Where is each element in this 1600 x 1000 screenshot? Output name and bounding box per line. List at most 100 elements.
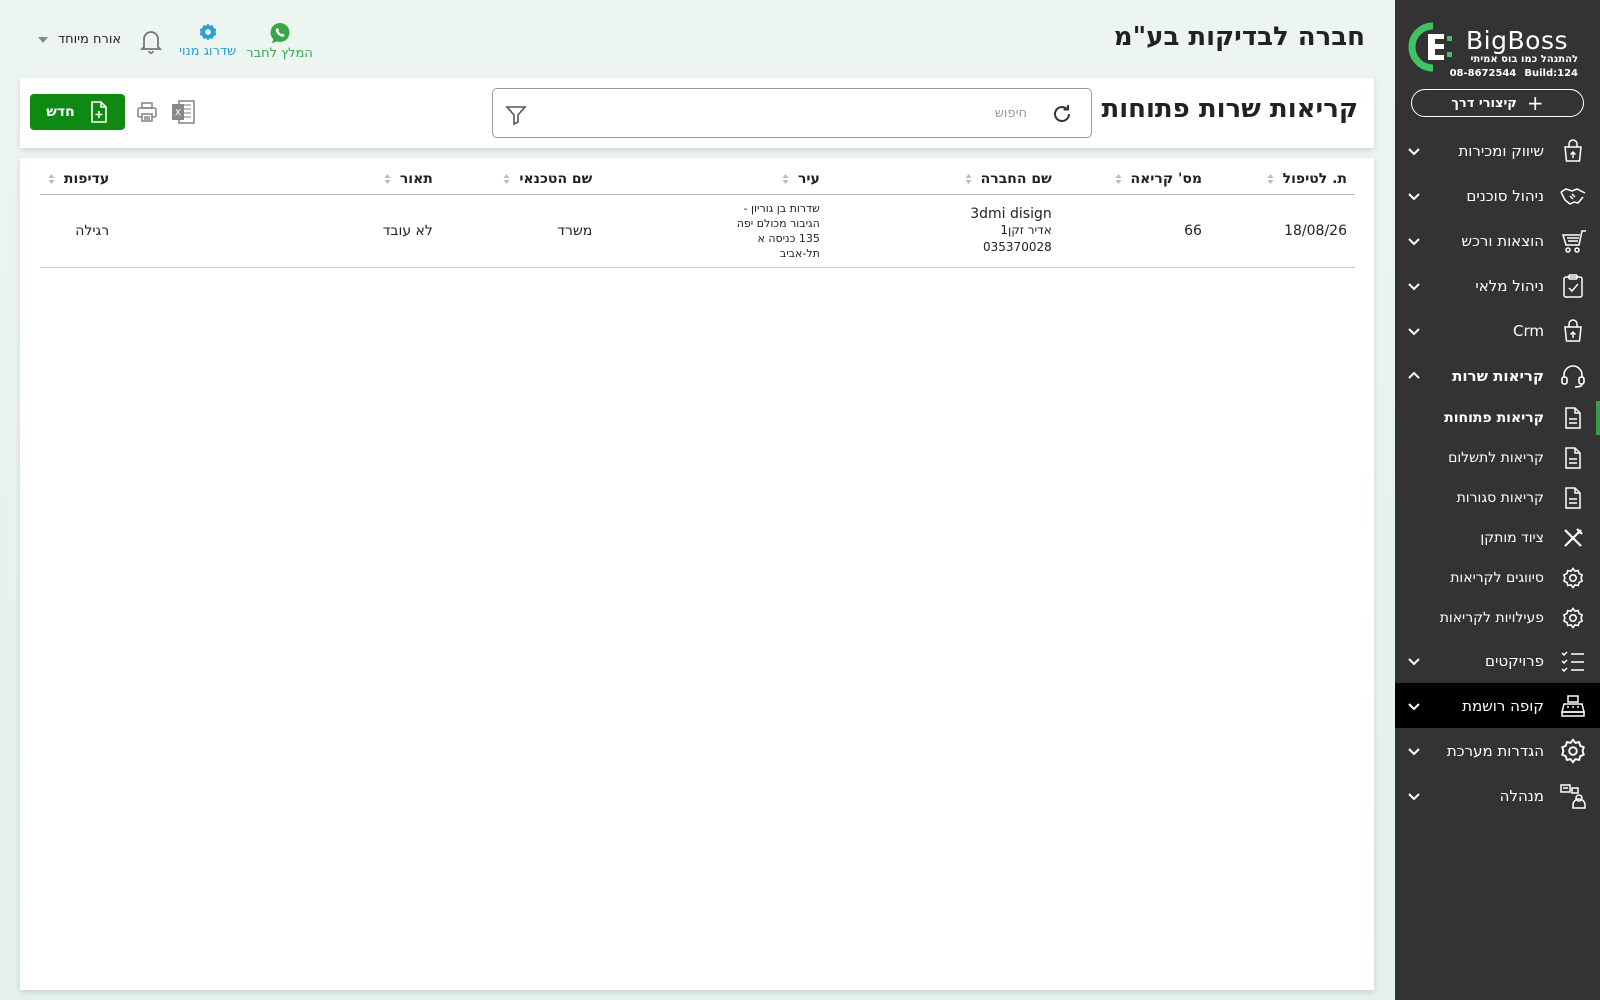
whatsapp-icon — [270, 23, 290, 43]
support-phone: 08-8672544 — [1449, 68, 1517, 79]
sort-icon — [1267, 173, 1274, 184]
column-header-call-number[interactable]: מס' קריאה — [1059, 164, 1210, 195]
checklist-icon — [1558, 646, 1588, 676]
sidebar-subitem-call-classifications[interactable]: סיווגים לקריאות — [1395, 558, 1600, 598]
headset-icon — [1558, 361, 1588, 391]
chevron-down-icon — [1408, 702, 1420, 710]
column-header-company[interactable]: שם החברה — [827, 164, 1060, 195]
brand-logo[interactable]: BigBoss להתנהל כמו בוס אמיתי 08-8672544 … — [1406, 18, 1586, 84]
search-box — [492, 88, 1092, 138]
sort-icon — [503, 173, 510, 184]
company-title: חברה לבדיקות בע"מ — [1113, 22, 1365, 52]
chevron-down-icon — [1408, 282, 1420, 290]
column-header-priority[interactable]: עדיפות — [40, 164, 118, 195]
admin-icon — [1558, 781, 1588, 811]
svg-text:X: X — [175, 109, 181, 119]
refer-friend-link[interactable]: המלץ לחבר — [246, 22, 313, 61]
shopping-bag-icon — [1558, 136, 1588, 166]
shortcuts-label: קיצורי דרך — [1451, 95, 1517, 111]
sidebar-item-crm[interactable]: Crm — [1395, 308, 1600, 353]
document-icon — [1560, 445, 1586, 471]
table-row[interactable]: 18/08/26 66 3dmi disign אדיר זקן1 035370… — [40, 194, 1355, 268]
sidebar-nav: שיווק ומכירות ניהול סוכנים הוצאות ורכש נ… — [1395, 128, 1600, 818]
address-line: הגיבור מכולם יפה — [736, 216, 820, 230]
address-city: תל-אביב — [779, 246, 820, 260]
user-menu[interactable]: אורח מיוחד — [38, 32, 121, 47]
sidebar-item-cash-register[interactable]: קופה רושמת — [1395, 683, 1600, 728]
toolbar: קריאות שרות פתוחות X חדש — [20, 78, 1374, 148]
cell-handling-date: 18/08/26 — [1209, 194, 1355, 268]
logo-icon — [1408, 22, 1452, 72]
chevron-down-icon — [1408, 147, 1420, 155]
cash-register-icon — [1558, 691, 1588, 721]
bell-icon[interactable] — [139, 28, 163, 54]
plus-icon: + — [1526, 91, 1544, 115]
document-icon — [1560, 485, 1586, 511]
calls-table: ת. לטיפול מס' קריאה שם החברה עיר שם הטכנ… — [40, 164, 1355, 268]
tools-icon — [1560, 525, 1586, 551]
handshake-icon — [1558, 181, 1588, 211]
excel-icon[interactable]: X — [170, 99, 196, 125]
sidebar-subitem-open-calls[interactable]: קריאות פתוחות — [1395, 398, 1600, 438]
logo-contact: 08-8672544 Build:124 — [1450, 68, 1578, 79]
gear-icon — [1560, 605, 1586, 631]
sidebar-item-inventory[interactable]: ניהול מלאי — [1395, 263, 1600, 308]
column-header-technician[interactable]: שם הטכנאי — [440, 164, 601, 195]
chevron-up-icon — [1408, 371, 1420, 379]
sidebar-subitem-payment-calls[interactable]: קריאות לתשלום — [1395, 438, 1600, 478]
sidebar-item-marketing[interactable]: שיווק ומכירות — [1395, 128, 1600, 173]
top-actions: אורח מיוחד שדרוג מנוי המלץ לחבר — [38, 22, 313, 61]
caret-down-icon — [38, 36, 48, 43]
new-call-button[interactable]: חדש — [30, 94, 125, 130]
gear-icon — [1558, 736, 1588, 766]
chevron-down-icon — [1408, 192, 1420, 200]
column-header-city[interactable]: עיר — [600, 164, 828, 195]
address-line: 135 כניסה א — [757, 231, 820, 245]
filter-icon[interactable] — [505, 104, 527, 126]
print-icon[interactable] — [136, 101, 158, 123]
user-name: אורח מיוחד — [58, 32, 122, 47]
logo-name: BigBoss — [1466, 26, 1568, 55]
sidebar-subitem-call-activities[interactable]: פעילויות לקריאות — [1395, 598, 1600, 638]
chevron-down-icon — [1408, 657, 1420, 665]
sidebar-item-service-calls[interactable]: קריאות שרות — [1395, 353, 1600, 398]
address-line: שדרות בן גוריון - — [743, 201, 820, 215]
upgrade-subscription-link[interactable]: שדרוג מנוי — [179, 22, 236, 59]
shortcuts-button[interactable]: + קיצורי דרך — [1411, 89, 1584, 117]
sort-icon — [782, 173, 789, 184]
table-header-row: ת. לטיפול מס' קריאה שם החברה עיר שם הטכנ… — [40, 164, 1355, 195]
document-icon — [1560, 405, 1586, 431]
sort-icon — [965, 173, 972, 184]
sort-icon — [384, 173, 391, 184]
chevron-down-icon — [1408, 747, 1420, 755]
logo-tagline: להתנהל כמו בוס אמיתי — [1470, 54, 1578, 65]
sidebar-item-expenses[interactable]: הוצאות ורכש — [1395, 218, 1600, 263]
build-number: Build:124 — [1524, 68, 1578, 79]
sidebar-subitem-closed-calls[interactable]: קריאות סגורות — [1395, 478, 1600, 518]
sort-icon — [48, 173, 55, 184]
sidebar-item-agents[interactable]: ניהול סוכנים — [1395, 173, 1600, 218]
chevron-down-icon — [1408, 327, 1420, 335]
shopping-bag-icon — [1558, 316, 1588, 346]
sidebar-item-projects[interactable]: פרויקטים — [1395, 638, 1600, 683]
calls-table-card: ת. לטיפול מס' קריאה שם החברה עיר שם הטכנ… — [20, 158, 1374, 990]
column-header-description[interactable]: תאור — [117, 164, 441, 195]
cell-call-number: 66 — [1059, 194, 1210, 268]
chevron-down-icon — [1408, 792, 1420, 800]
gear-icon — [199, 23, 216, 41]
sidebar: BigBoss להתנהל כמו בוס אמיתי 08-8672544 … — [1395, 0, 1600, 1000]
page-title: קריאות שרות פתוחות — [1101, 94, 1358, 124]
sidebar-subitem-installed-equipment[interactable]: ציוד מותקן — [1395, 518, 1600, 558]
search-input[interactable] — [567, 101, 1027, 125]
gear-icon — [1560, 565, 1586, 591]
sidebar-item-system-settings[interactable]: הגדרות מערכת — [1395, 728, 1600, 773]
cell-technician: משרד — [440, 194, 601, 268]
sidebar-item-admin[interactable]: מנהלה — [1395, 773, 1600, 818]
column-header-handling-date[interactable]: ת. לטיפול — [1209, 164, 1355, 195]
cart-icon — [1558, 226, 1588, 256]
cell-description: לא עובד — [117, 194, 441, 268]
clipboard-check-icon — [1558, 271, 1588, 301]
sort-icon — [1115, 173, 1122, 184]
cell-priority: רגילה — [40, 194, 118, 268]
refresh-icon[interactable] — [1051, 103, 1073, 125]
